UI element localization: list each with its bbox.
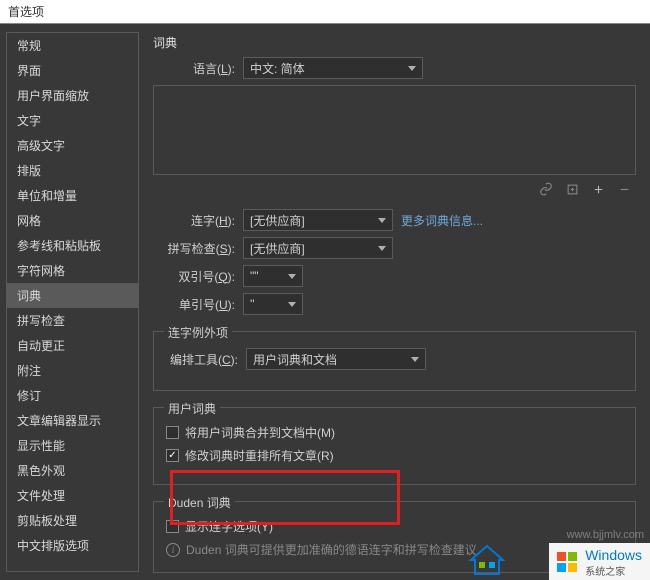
sidebar-item-file-handling[interactable]: 文件处理: [7, 483, 138, 508]
recompose-checkbox[interactable]: [166, 449, 179, 462]
compose-row: 编排工具(C): 用户词典和文档: [166, 348, 623, 370]
duden-show-checkbox-row[interactable]: 显示连字选项(Y): [166, 518, 623, 535]
sidebar-item-general[interactable]: 常规: [7, 33, 138, 58]
sidebar-item-grids[interactable]: 网格: [7, 208, 138, 233]
title-text: 首选项: [8, 5, 44, 19]
title-bar: 首选项: [0, 0, 650, 24]
plus-icon[interactable]: [590, 181, 606, 197]
minus-icon[interactable]: [616, 181, 632, 197]
sidebar-item-interface[interactable]: 界面: [7, 58, 138, 83]
double-quote-label: 双引号(Q):: [153, 268, 243, 285]
sidebar-item-type[interactable]: 文字: [7, 108, 138, 133]
single-quote-label: 单引号(U):: [153, 296, 243, 313]
sidebar-item-dictionary[interactable]: 词典: [7, 283, 138, 308]
sidebar-item-autocorrect[interactable]: 自动更正: [7, 333, 138, 358]
hyphenation-label: 连字(H):: [153, 212, 243, 229]
sidebar-item-units[interactable]: 单位和增量: [7, 183, 138, 208]
windows-logo-icon: [557, 552, 579, 574]
sidebar-item-clipboard[interactable]: 剪贴板处理: [7, 508, 138, 533]
spelling-row: 拼写检查(S): [无供应商]: [153, 237, 636, 259]
userdict-fieldset: 用户词典 将用户词典合并到文档中(M) 修改词典时重排所有文章(R): [153, 407, 636, 485]
sidebar-item-story-editor[interactable]: 文章编辑器显示: [7, 408, 138, 433]
duden-info-text: Duden 词典可提供更加准确的德语连字和拼写检查建议: [186, 541, 477, 558]
sidebar-item-notes[interactable]: 附注: [7, 358, 138, 383]
duden-legend: Duden 词典: [164, 494, 235, 511]
compose-select[interactable]: 用户词典和文档: [246, 348, 426, 370]
house-icon: [469, 544, 505, 576]
sidebar-item-cjk[interactable]: 中文排版选项: [7, 533, 138, 558]
double-quote-row: 双引号(Q): "": [153, 265, 636, 287]
new-icon[interactable]: [564, 181, 580, 197]
merge-checkbox[interactable]: [166, 426, 179, 439]
exceptions-legend: 连字例外项: [164, 324, 232, 341]
sidebar-list: 常规 界面 用户界面缩放 文字 高级文字 排版 单位和增量 网格 参考线和粘贴板…: [6, 32, 139, 572]
main-layout: 常规 界面 用户界面缩放 文字 高级文字 排版 单位和增量 网格 参考线和粘贴板…: [0, 24, 650, 580]
recompose-checkbox-row[interactable]: 修改词典时重排所有文章(R): [166, 447, 623, 464]
merge-checkbox-row[interactable]: 将用户词典合并到文档中(M): [166, 424, 623, 441]
sidebar-item-spelling[interactable]: 拼写检查: [7, 308, 138, 333]
spelling-select[interactable]: [无供应商]: [243, 237, 393, 259]
single-quote-select[interactable]: '': [243, 293, 303, 315]
watermark-text: Windows 系统之家: [585, 547, 642, 578]
single-quote-row: 单引号(U): '': [153, 293, 636, 315]
section-title: 词典: [153, 34, 636, 51]
sidebar: 常规 界面 用户界面缩放 文字 高级文字 排版 单位和增量 网格 参考线和粘贴板…: [0, 24, 145, 580]
userdict-legend: 用户词典: [164, 400, 220, 417]
sidebar-item-composition[interactable]: 排版: [7, 158, 138, 183]
info-icon: i: [166, 543, 180, 557]
sidebar-item-chargrid[interactable]: 字符网格: [7, 258, 138, 283]
language-row: 语言(L): 中文: 简体: [153, 57, 636, 79]
language-label: 语言(L):: [153, 60, 243, 77]
duden-show-label: 显示连字选项(Y): [185, 518, 273, 535]
sidebar-item-guides[interactable]: 参考线和粘贴板: [7, 233, 138, 258]
sidebar-item-ui-scaling[interactable]: 用户界面缩放: [7, 83, 138, 108]
more-dict-info-link[interactable]: 更多词典信息...: [401, 212, 483, 229]
link-icon[interactable]: [538, 181, 554, 197]
merge-label: 将用户词典合并到文档中(M): [185, 424, 335, 441]
sidebar-item-adv-type[interactable]: 高级文字: [7, 133, 138, 158]
spelling-label: 拼写检查(S):: [153, 240, 243, 257]
double-quote-select[interactable]: "": [243, 265, 303, 287]
content-panel: 词典 语言(L): 中文: 简体 连字(H): [无供应商] 更多词典信息...…: [145, 24, 650, 580]
exceptions-fieldset: 连字例外项 编排工具(C): 用户词典和文档: [153, 331, 636, 391]
hyphenation-row: 连字(H): [无供应商] 更多词典信息...: [153, 209, 636, 231]
language-select[interactable]: 中文: 简体: [243, 57, 423, 79]
dictionary-list-box[interactable]: [153, 85, 636, 175]
sidebar-item-black[interactable]: 黑色外观: [7, 458, 138, 483]
sidebar-item-display-perf[interactable]: 显示性能: [7, 433, 138, 458]
compose-label: 编排工具(C):: [166, 351, 246, 368]
sidebar-item-trackchanges[interactable]: 修订: [7, 383, 138, 408]
duden-show-checkbox[interactable]: [166, 520, 179, 533]
watermark-url: www.bjjmlv.com: [567, 529, 644, 541]
dictionary-toolbar: [153, 179, 636, 203]
watermark: www.bjjmlv.com Windows 系统之家: [549, 543, 650, 580]
recompose-label: 修改词典时重排所有文章(R): [185, 447, 334, 464]
hyphenation-select[interactable]: [无供应商]: [243, 209, 393, 231]
